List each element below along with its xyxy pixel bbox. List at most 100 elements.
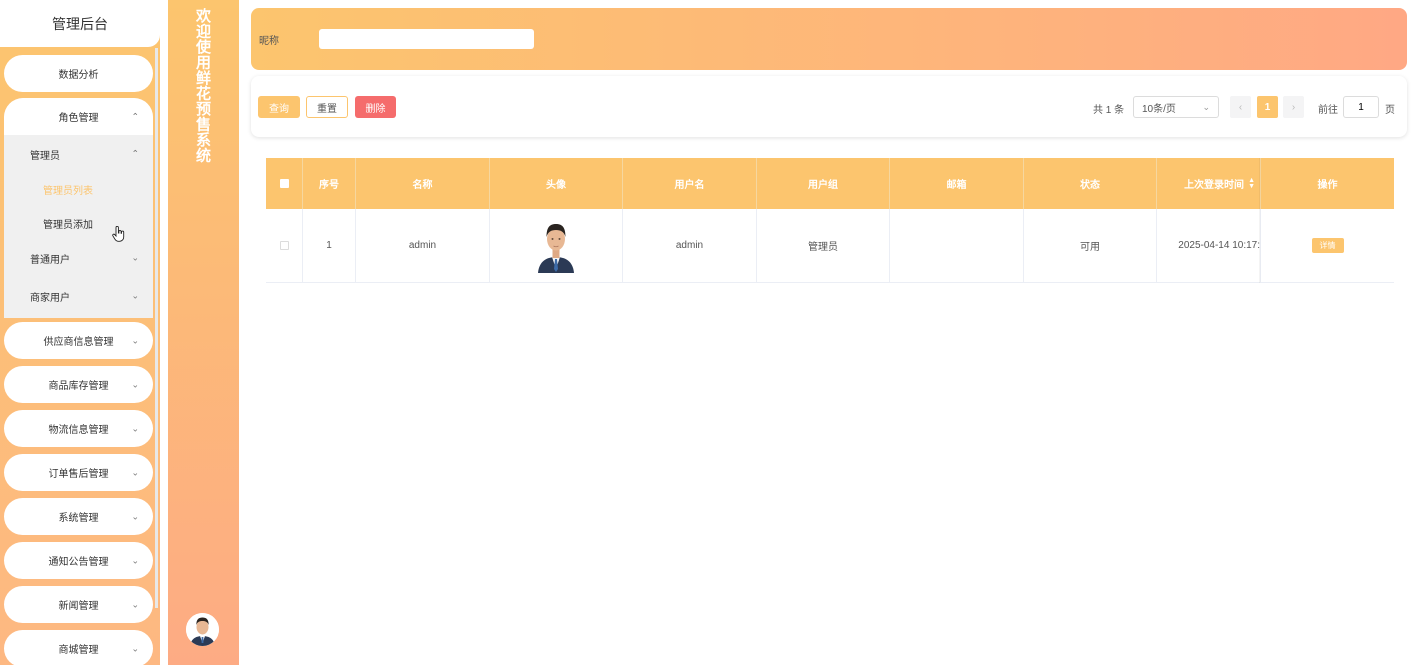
delete-button[interactable]: 删除 <box>355 96 396 118</box>
sidebar-item-label: 商品库存管理 <box>48 381 109 392</box>
sidebar-subitem-label: 管理员添加 <box>43 219 93 231</box>
sidebar-item-mall[interactable]: 商城管理 ⌄ <box>4 630 153 665</box>
header-last-login[interactable]: 上次登录时间 ▲ ▼ <box>1157 158 1261 209</box>
chevron-down-icon: ⌄ <box>1202 101 1210 112</box>
sidebar-item-label: 角色管理 <box>58 113 99 124</box>
sidebar-subitem-merchant-user[interactable]: 商家用户 ⌄ <box>4 279 153 313</box>
header-name: 名称 <box>356 158 490 209</box>
sidebar-item-logistics[interactable]: 物流信息管理 ⌄ <box>4 410 153 447</box>
person-avatar-icon <box>186 613 219 646</box>
user-avatar-image <box>535 218 577 273</box>
cell-username: admin <box>623 209 757 282</box>
chevron-down-icon: ⌄ <box>131 599 139 609</box>
cell-status: 可用 <box>1024 209 1157 282</box>
sidebar-item-inventory[interactable]: 商品库存管理 ⌄ <box>4 366 153 403</box>
person-avatar-icon <box>535 218 577 273</box>
query-button[interactable]: 查询 <box>258 96 300 118</box>
next-page-button[interactable]: › <box>1283 96 1304 118</box>
page-size-select[interactable]: 10条/页 ⌄ <box>1133 96 1219 118</box>
admin-table: 序号 名称 头像 用户名 用户组 邮箱 状态 上次登录时间 ▲ ▼ 操作 1 ad… <box>266 158 1394 283</box>
sidebar-item-label: 通知公告管理 <box>48 557 109 568</box>
sidebar-subitem-admin-add[interactable]: 管理员添加 <box>4 206 153 240</box>
chevron-down-icon: ⌄ <box>131 423 139 433</box>
sidebar-subitem-normal-user[interactable]: 普通用户 ⌄ <box>4 241 153 275</box>
sidebar-item-role-management[interactable]: 角色管理 ⌃ <box>4 98 153 135</box>
select-all-checkbox[interactable] <box>279 179 289 188</box>
chevron-down-icon: ⌄ <box>131 467 139 477</box>
header-index: 序号 <box>303 158 356 209</box>
cell-name: admin <box>356 209 490 282</box>
sidebar-item-label: 新闻管理 <box>58 601 99 612</box>
cell-email <box>890 209 1024 282</box>
goto-page-input[interactable] <box>1343 96 1379 118</box>
sidebar-item-data-analysis[interactable]: 数据分析 <box>4 55 153 92</box>
page-suffix-label: 页 <box>1385 105 1395 116</box>
header-status: 状态 <box>1024 158 1157 209</box>
cell-avatar <box>490 209 623 282</box>
sidebar-item-label: 商城管理 <box>58 645 99 656</box>
sidebar-subitem-admin[interactable]: 管理员 ⌃ <box>4 137 153 171</box>
cell-last-login-value: 2025-04-14 10:17: <box>1178 240 1260 251</box>
chevron-down-icon: ⌄ <box>131 379 139 389</box>
chevron-down-icon: ⌄ <box>131 335 139 345</box>
sidebar-item-label: 系统管理 <box>58 513 99 524</box>
chevron-down-icon: ⌄ <box>131 290 139 301</box>
sidebar-item-label: 数据分析 <box>58 70 99 81</box>
chevron-down-icon: ⌄ <box>131 555 139 565</box>
sidebar: 管理后台 数据分析 角色管理 ⌃ 管理员 ⌃ 管理员列表 管理员添加 普通用户 … <box>0 0 160 665</box>
select-all-cell[interactable] <box>266 158 303 209</box>
header-action: 操作 <box>1317 180 1338 191</box>
sidebar-item-label: 物流信息管理 <box>48 425 109 436</box>
chevron-down-icon: ⌄ <box>131 252 139 263</box>
chevron-down-icon: ⌄ <box>131 643 139 653</box>
row-select-cell[interactable] <box>266 209 303 282</box>
header-last-login-label: 上次登录时间 <box>1184 180 1245 191</box>
total-count: 共 1 条 <box>1093 105 1125 116</box>
reset-button[interactable]: 重置 <box>306 96 348 118</box>
sidebar-subitem-label: 普通用户 <box>30 254 70 266</box>
user-avatar[interactable] <box>186 613 219 646</box>
sort-icon[interactable]: ▲ ▼ <box>1248 177 1255 190</box>
sidebar-subitem-label: 管理员列表 <box>43 185 93 197</box>
sidebar-item-orders[interactable]: 订单售后管理 ⌄ <box>4 454 153 491</box>
sidebar-item-news[interactable]: 新闻管理 ⌄ <box>4 586 153 623</box>
cell-last-login: 2025-04-14 10:17: <box>1157 209 1261 282</box>
sidebar-item-label: 订单售后管理 <box>48 469 109 480</box>
table-header: 序号 名称 头像 用户名 用户组 邮箱 状态 上次登录时间 ▲ ▼ 操作 <box>266 158 1394 209</box>
chevron-right-icon: › <box>1291 101 1296 113</box>
chevron-left-icon: ‹ <box>1238 101 1243 113</box>
header-email: 邮箱 <box>890 158 1024 209</box>
sidebar-title: 管理后台 <box>0 0 160 47</box>
chevron-up-icon: ⌃ <box>131 148 139 159</box>
detail-button[interactable]: 详情 <box>1311 238 1344 253</box>
nickname-label: 昵称 <box>259 36 279 47</box>
toolbar: 查询 重置 删除 共 1 条 10条/页 ⌄ ‹ 1 › 前往 页 <box>251 76 1407 137</box>
sidebar-subitem-label: 管理员 <box>30 150 60 162</box>
sidebar-item-notices[interactable]: 通知公告管理 ⌄ <box>4 542 153 579</box>
cell-index: 1 <box>303 209 356 282</box>
page-size-value: 10条/页 <box>1142 103 1176 115</box>
prev-page-button[interactable]: ‹ <box>1230 96 1251 118</box>
hand-cursor-icon <box>112 225 126 245</box>
sidebar-subitem-admin-list[interactable]: 管理员列表 <box>4 172 153 206</box>
nickname-search-input[interactable] <box>319 29 534 49</box>
sidebar-subitem-label: 商家用户 <box>30 292 70 304</box>
welcome-text: 欢迎使用鲜花预售系统 <box>194 8 212 163</box>
row-checkbox[interactable] <box>279 241 289 250</box>
table-row: 1 admin admin 管理员 可用 2025-04-14 10:17: 详… <box>266 209 1394 283</box>
chevron-down-icon: ⌄ <box>131 511 139 521</box>
chevron-up-icon: ⌃ <box>131 111 139 121</box>
sidebar-item-system[interactable]: 系统管理 ⌄ <box>4 498 153 535</box>
sidebar-scrollbar[interactable] <box>155 48 158 608</box>
sidebar-group-role-management: 角色管理 ⌃ 管理员 ⌃ 管理员列表 管理员添加 普通用户 ⌄ 商家用户 ⌄ <box>4 98 153 318</box>
header-username: 用户名 <box>623 158 757 209</box>
fixed-column-divider <box>1259 158 1261 283</box>
cell-group: 管理员 <box>757 209 890 282</box>
page-number-button[interactable]: 1 <box>1257 96 1278 118</box>
sidebar-item-supplier[interactable]: 供应商信息管理 ⌄ <box>4 322 153 359</box>
welcome-strip: 欢迎使用鲜花预售系统 <box>168 0 239 665</box>
header-group: 用户组 <box>757 158 890 209</box>
search-bar: 昵称 <box>251 8 1407 70</box>
header-avatar: 头像 <box>490 158 623 209</box>
cell-action: 详情 <box>1261 209 1394 282</box>
